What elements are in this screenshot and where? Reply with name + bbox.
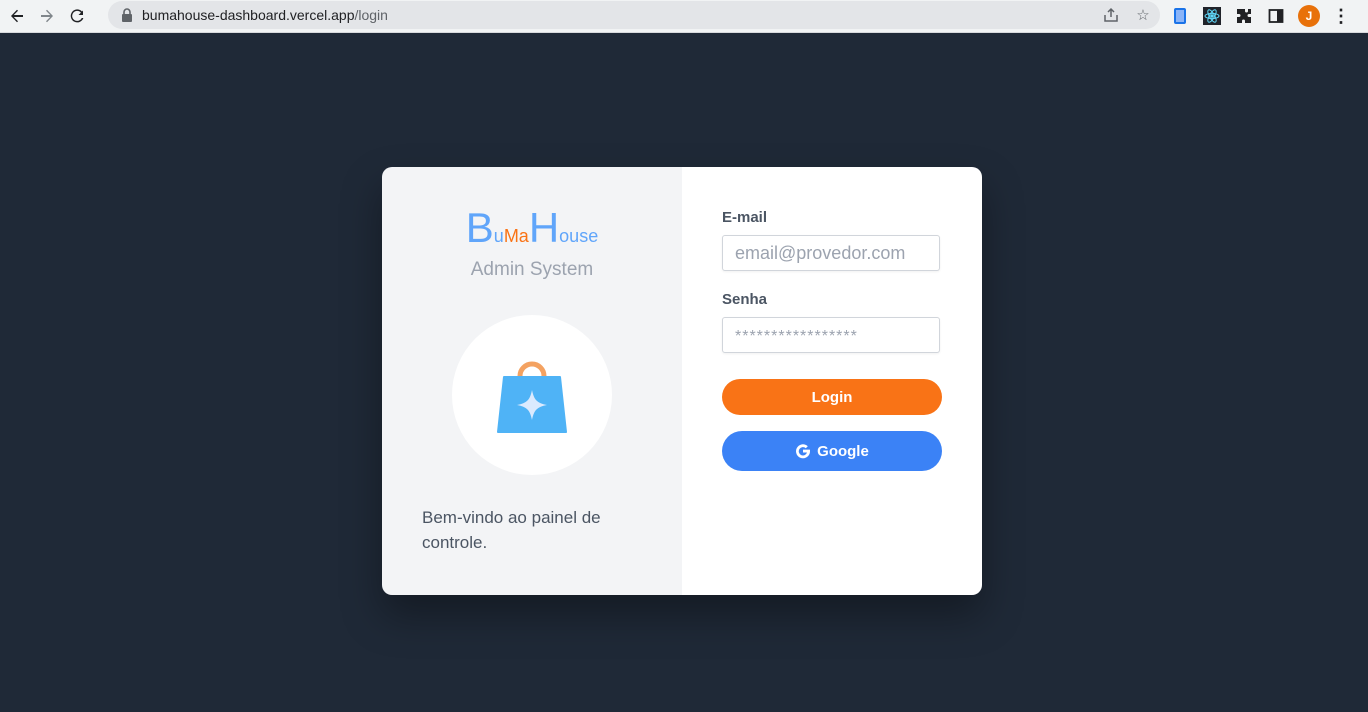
form-panel: E-mail Senha Login Google xyxy=(682,167,982,595)
puzzle-icon[interactable] xyxy=(1234,6,1254,26)
react-devtools-icon[interactable] xyxy=(1202,6,1222,26)
password-label: Senha xyxy=(722,291,768,308)
profile-avatar[interactable]: J xyxy=(1298,5,1320,27)
side-panel-icon[interactable] xyxy=(1266,6,1286,26)
login-card: BuMaHouse Admin System Bem-vindo ao pain… xyxy=(382,167,982,595)
back-arrow-icon[interactable] xyxy=(4,3,30,29)
reload-icon[interactable] xyxy=(64,3,90,29)
welcome-text: Bem-vindo ao painel de controle. xyxy=(422,508,601,552)
star-icon[interactable]: ☆ xyxy=(1134,6,1152,24)
brand-logo-text: BuMaHouse xyxy=(465,204,599,251)
google-label: Google xyxy=(817,442,869,460)
login-button[interactable]: Login xyxy=(722,379,942,415)
browser-toolbar: bumahouse-dashboard.vercel.app/login ☆ J… xyxy=(0,0,1368,33)
email-label: E-mail xyxy=(722,209,768,226)
more-vert-icon[interactable]: ⋮ xyxy=(1332,7,1350,25)
address-bar[interactable]: bumahouse-dashboard.vercel.app/login ☆ xyxy=(108,1,1160,29)
lock-icon xyxy=(120,8,134,22)
password-input[interactable] xyxy=(722,317,940,353)
google-login-button[interactable]: Google xyxy=(722,431,942,471)
url-text: bumahouse-dashboard.vercel.app/login xyxy=(142,7,388,23)
shopping-bag-icon xyxy=(497,361,567,433)
google-g-icon xyxy=(796,444,811,459)
brand-panel: BuMaHouse Admin System Bem-vindo ao pain… xyxy=(382,167,682,595)
brand-subtitle: Admin System xyxy=(470,259,594,280)
email-input[interactable] xyxy=(722,235,940,271)
extension-icon[interactable] xyxy=(1170,6,1190,26)
forward-arrow-icon[interactable] xyxy=(34,3,60,29)
share-icon[interactable] xyxy=(1102,6,1120,24)
logo-circle xyxy=(452,315,612,475)
